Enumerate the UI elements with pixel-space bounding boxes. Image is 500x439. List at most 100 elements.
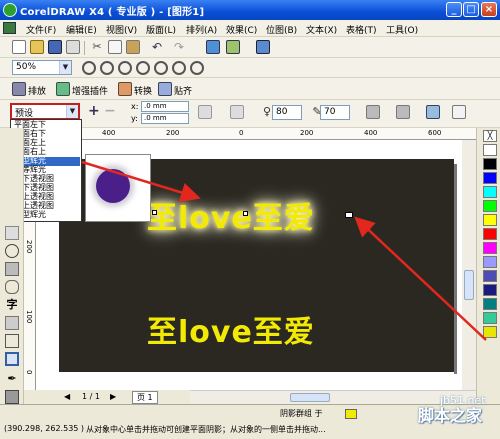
- feather-direction-icon[interactable]: [366, 105, 380, 119]
- eyedropper-tool-icon[interactable]: ✒: [5, 372, 19, 386]
- chevron-down-icon[interactable]: ▼: [66, 105, 78, 118]
- color-swatch[interactable]: [483, 200, 497, 212]
- open-folder-icon[interactable]: [30, 40, 44, 54]
- transparency-operation-icon[interactable]: [426, 105, 440, 119]
- redo-icon[interactable]: ↷: [172, 40, 186, 54]
- color-swatch[interactable]: [483, 228, 497, 240]
- undo-icon[interactable]: ↶: [150, 40, 164, 54]
- arrange-icon[interactable]: [12, 82, 26, 96]
- shadow-feather-input[interactable]: 70: [320, 105, 350, 120]
- menu-table[interactable]: 表格(T): [346, 23, 377, 36]
- selection-handle[interactable]: [243, 211, 248, 216]
- color-swatch[interactable]: [483, 242, 497, 254]
- snap-label[interactable]: 贴齐: [174, 84, 192, 97]
- new-document-icon[interactable]: [12, 40, 26, 54]
- color-swatch[interactable]: [483, 186, 497, 198]
- close-button[interactable]: ×: [481, 2, 497, 17]
- zoom-height-icon[interactable]: [190, 61, 204, 75]
- paste-icon[interactable]: [126, 40, 140, 54]
- drop-shadow-tool-icon[interactable]: [5, 352, 19, 366]
- vertical-scrollbar[interactable]: [462, 140, 476, 390]
- menu-arrange[interactable]: 排列(A): [186, 23, 217, 36]
- outline-tool-icon[interactable]: [5, 390, 19, 404]
- selection-handle[interactable]: [152, 210, 157, 215]
- glow-shadow-text[interactable]: 至love至爱: [147, 193, 315, 237]
- horizontal-scroll-thumb[interactable]: [290, 393, 330, 402]
- convert-icon[interactable]: [118, 82, 132, 96]
- color-palette: ╳: [476, 128, 500, 412]
- minimize-button[interactable]: _: [446, 2, 462, 17]
- menu-edit[interactable]: 编辑(E): [66, 23, 97, 36]
- rectangle-tool-icon[interactable]: [5, 226, 19, 240]
- no-color-swatch[interactable]: ╳: [483, 130, 497, 142]
- zoom-selected-icon[interactable]: [118, 61, 132, 75]
- cut-icon[interactable]: ✂: [90, 40, 104, 54]
- shadow-angle-icon[interactable]: [198, 105, 212, 119]
- arrange-label[interactable]: 排放: [28, 84, 46, 97]
- copy-icon[interactable]: [108, 40, 122, 54]
- shadow-end-handle[interactable]: [345, 212, 353, 218]
- print-icon[interactable]: [66, 40, 80, 54]
- convert-label[interactable]: 转换: [134, 84, 152, 97]
- ellipse-tool-icon[interactable]: [5, 244, 19, 258]
- shadow-x-input[interactable]: .0 mm: [141, 101, 189, 112]
- document-icon[interactable]: [3, 22, 16, 34]
- menu-view[interactable]: 视图(V): [106, 23, 137, 36]
- horizontal-ruler[interactable]: 400 200 0 200 400 600: [24, 128, 476, 140]
- interactive-tool-icon[interactable]: [5, 334, 19, 348]
- menu-tools[interactable]: 工具(O): [386, 23, 418, 36]
- watermark-text: 脚本之家: [418, 406, 483, 425]
- color-swatch[interactable]: [483, 284, 497, 296]
- page-shadow: [454, 164, 457, 374]
- shadow-opacity-input[interactable]: 80: [272, 105, 302, 120]
- zoom-page-icon[interactable]: [154, 61, 168, 75]
- color-swatch[interactable]: [483, 172, 497, 184]
- preset-list-combo[interactable]: 预设 ▼: [10, 103, 80, 120]
- snap-icon[interactable]: [158, 82, 172, 96]
- color-swatch[interactable]: [483, 256, 497, 268]
- fill-color-indicator[interactable]: [345, 409, 357, 419]
- table-tool-icon[interactable]: [5, 316, 19, 330]
- color-swatch[interactable]: [483, 158, 497, 170]
- application-launcher-icon[interactable]: [256, 40, 270, 54]
- zoom-all-icon[interactable]: [136, 61, 150, 75]
- export-icon[interactable]: [226, 40, 240, 54]
- vertical-scroll-thumb[interactable]: [464, 270, 474, 300]
- page-navigator: ◀ 1 / 1 ▶ 页 1: [24, 390, 190, 404]
- color-swatch[interactable]: [483, 144, 497, 156]
- color-swatch[interactable]: [483, 326, 497, 338]
- page-tab[interactable]: 页 1: [132, 391, 158, 404]
- menu-text[interactable]: 文本(X): [306, 23, 337, 36]
- color-swatch[interactable]: [483, 312, 497, 324]
- zoom-level-value: 50%: [16, 62, 37, 72]
- shadow-color-icon[interactable]: [452, 105, 466, 119]
- menu-file[interactable]: 文件(F): [26, 23, 56, 36]
- save-icon[interactable]: [48, 40, 62, 54]
- maximize-button[interactable]: □: [463, 2, 479, 17]
- enhance-plugin-label[interactable]: 增强插件: [72, 84, 108, 97]
- plain-text[interactable]: 至love至爱: [147, 307, 315, 351]
- zoom-level-combo[interactable]: 50% ▼: [12, 60, 72, 75]
- text-tool-icon[interactable]: 字: [5, 298, 19, 312]
- enhance-plugin-icon[interactable]: [56, 82, 70, 96]
- add-preset-icon[interactable]: +: [88, 103, 100, 119]
- shadow-y-input[interactable]: .0 mm: [141, 113, 189, 124]
- zoom-out-icon[interactable]: [100, 61, 114, 75]
- import-icon[interactable]: [206, 40, 220, 54]
- menu-bitmaps[interactable]: 位图(B): [266, 23, 297, 36]
- zoom-in-icon[interactable]: [82, 61, 96, 75]
- remove-preset-icon[interactable]: −: [104, 103, 116, 119]
- next-page-icon[interactable]: ▶: [110, 392, 116, 401]
- zoom-width-icon[interactable]: [172, 61, 186, 75]
- feather-edges-icon[interactable]: [396, 105, 410, 119]
- chevron-down-icon[interactable]: ▼: [59, 61, 71, 74]
- color-swatch[interactable]: [483, 298, 497, 310]
- first-page-icon[interactable]: ◀: [64, 392, 70, 401]
- shadow-stretch-icon[interactable]: [230, 105, 244, 119]
- menu-layout[interactable]: 版面(L): [146, 23, 176, 36]
- color-swatch[interactable]: [483, 270, 497, 282]
- basic-shapes-tool-icon[interactable]: [5, 280, 19, 294]
- menu-effects[interactable]: 效果(C): [226, 23, 257, 36]
- color-swatch[interactable]: [483, 214, 497, 226]
- polygon-tool-icon[interactable]: [5, 262, 19, 276]
